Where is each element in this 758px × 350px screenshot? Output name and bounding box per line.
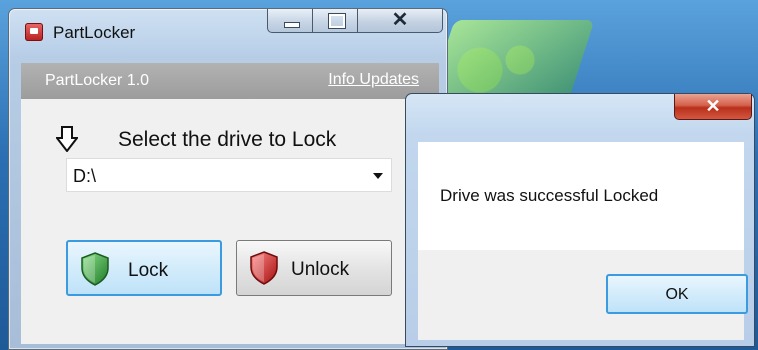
chevron-down-icon[interactable] xyxy=(373,173,383,179)
ok-button-label: OK xyxy=(665,286,689,303)
close-icon[interactable]: ✕ xyxy=(357,9,443,33)
app-header: PartLocker 1.0 Info Updates xyxy=(21,63,439,99)
message-body: Drive was successful Locked xyxy=(418,142,744,250)
maximize-icon[interactable] xyxy=(312,9,358,33)
minimize-icon[interactable] xyxy=(267,9,313,33)
title-bar[interactable]: PartLocker ✕ xyxy=(9,9,447,51)
red-shield-icon xyxy=(250,251,278,285)
ok-button[interactable]: OK xyxy=(606,274,748,314)
window-title: PartLocker xyxy=(53,23,136,42)
app-header-title: PartLocker 1.0 xyxy=(45,72,150,89)
lock-button-label: Lock xyxy=(128,260,169,281)
close-icon[interactable]: ✕ xyxy=(674,94,752,120)
down-arrow-icon xyxy=(56,126,78,152)
app-icon xyxy=(25,23,43,41)
info-updates-link[interactable]: Info Updates xyxy=(328,71,419,89)
message-dialog: ✕ Drive was successful Locked OK xyxy=(405,93,755,347)
drive-prompt-label: Select the drive to Lock xyxy=(118,128,337,151)
drive-select-value: D:\ xyxy=(73,166,97,186)
message-footer: OK xyxy=(418,250,748,340)
message-text: Drive was successful Locked xyxy=(440,186,659,205)
green-shield-icon xyxy=(81,252,109,286)
drive-select[interactable]: D:\ xyxy=(66,158,392,192)
unlock-button[interactable]: Unlock xyxy=(236,240,392,296)
unlock-button-label: Unlock xyxy=(291,259,350,280)
lock-button[interactable]: Lock xyxy=(66,240,222,296)
